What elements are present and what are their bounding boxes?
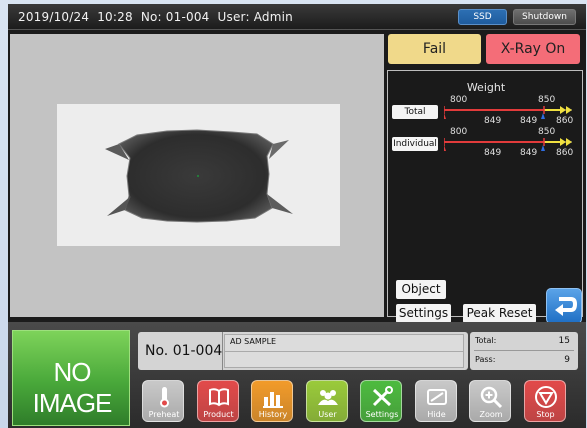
ssd-button[interactable]: SSD — [458, 9, 507, 25]
toolbar-label: Settings — [365, 410, 399, 419]
machine-number: No: 01-004 — [140, 10, 210, 24]
total-button[interactable]: Total — [392, 105, 438, 119]
product-name-box: AD SAMPLE — [224, 334, 464, 368]
users-icon — [317, 390, 338, 405]
toolbar-label: Preheat — [148, 410, 180, 419]
toolbar-label: History — [258, 410, 288, 419]
toolbar-preheat-button[interactable]: Preheat — [142, 380, 184, 422]
stop-icon — [534, 386, 557, 408]
bottom-bar: NO IMAGE No. 01-004 AD SAMPLE Total: 15 … — [8, 322, 586, 428]
datetime: 2019/10/24 10:28 — [18, 10, 133, 24]
return-arrow-icon — [555, 297, 578, 316]
fail-status-button[interactable]: Fail — [388, 34, 481, 64]
toolbar-settings-button[interactable]: Settings — [360, 380, 402, 422]
no-image-text: NO IMAGE — [32, 357, 113, 418]
product-number: No. 01-004 — [145, 343, 223, 359]
toolbar-label: Hide — [427, 410, 446, 419]
current-user: User: Admin — [217, 10, 293, 24]
toolbar-history-button[interactable]: History — [251, 380, 293, 422]
xray-on-button[interactable]: X-Ray On — [486, 34, 580, 64]
total-count-label: Total: — [475, 336, 497, 345]
individual-value-1: 849 — [484, 148, 502, 158]
total-count-value: 15 — [558, 336, 570, 346]
tools-icon — [372, 386, 393, 407]
individual-low-label: 800 — [450, 127, 468, 137]
product-name-divider — [225, 351, 463, 352]
thermometer-icon — [160, 387, 169, 408]
shutdown-button[interactable]: Shutdown — [513, 9, 576, 25]
individual-value-2: 849 — [520, 148, 538, 158]
zoom-icon — [480, 386, 503, 409]
total-low-label: 800 — [450, 95, 468, 105]
app-screen: 2019/10/24 10:28 No: 01-004 User: Admin … — [8, 4, 586, 428]
individual-value-3: 860 — [556, 148, 574, 158]
toolbar-user-button[interactable]: User — [305, 380, 348, 422]
xray-image — [57, 104, 340, 246]
toolbar-label: Stop — [536, 410, 555, 419]
product-thumbnail: NO IMAGE — [12, 330, 130, 426]
pass-count-value: 9 — [564, 355, 570, 365]
xray-object-shape — [105, 129, 293, 223]
toolbar-product-button[interactable]: Product — [196, 380, 239, 422]
toolbar-label: Product — [203, 410, 234, 419]
toolbar-zoom-button[interactable]: Zoom — [469, 380, 511, 422]
status-line: 2019/10/24 10:28 No: 01-004 User: Admin — [18, 10, 293, 24]
bar-chart-icon — [263, 392, 283, 408]
settings-button[interactable]: Settings — [396, 304, 451, 323]
pass-count-label: Pass: — [475, 355, 496, 364]
individual-high-label: 850 — [538, 127, 556, 137]
toolbar-hide-button[interactable]: Hide — [414, 380, 457, 422]
top-bar: 2019/10/24 10:28 No: 01-004 User: Admin … — [8, 4, 586, 30]
counts-divider — [474, 350, 574, 351]
return-button[interactable] — [546, 288, 582, 324]
product-divider — [222, 332, 223, 370]
total-high-label: 850 — [538, 95, 556, 105]
toolbar-label: User — [318, 410, 337, 419]
toolbar-label: Zoom — [479, 410, 503, 419]
counts-panel: Total: 15 Pass: 9 — [470, 332, 578, 370]
xray-image-area — [10, 34, 384, 317]
product-info: No. 01-004 AD SAMPLE — [138, 332, 468, 370]
product-name: AD SAMPLE — [230, 337, 277, 346]
right-panel: Fail X-Ray On Weight Total 800 850 849 8… — [386, 34, 584, 324]
hide-icon — [426, 389, 447, 405]
individual-button[interactable]: Individual — [392, 137, 438, 151]
peak-reset-button[interactable]: Peak Reset — [463, 304, 536, 323]
object-button[interactable]: Object — [396, 280, 446, 299]
toolbar-stop-button[interactable]: Stop — [523, 380, 566, 422]
book-icon — [208, 388, 229, 407]
